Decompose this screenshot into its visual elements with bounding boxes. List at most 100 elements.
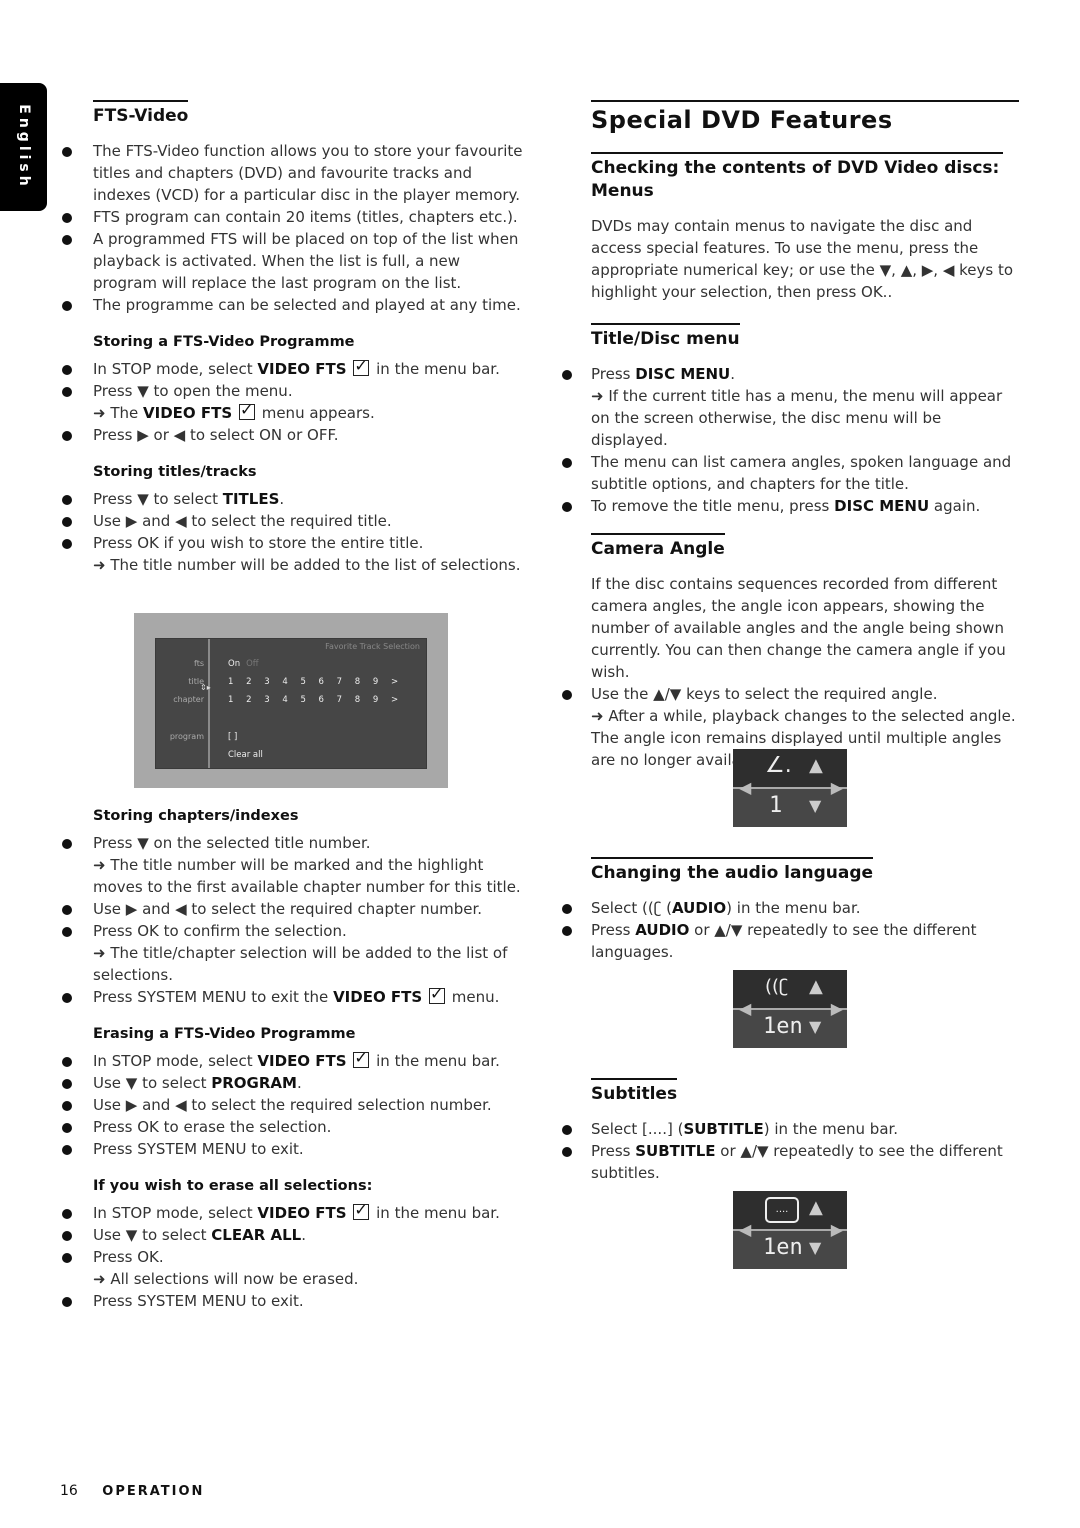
subtitles-list: Select [....] (SUBTITLE) in the menu bar… xyxy=(562,1118,1021,1184)
erasing-programme-heading: Erasing a FTS-Video Programme xyxy=(93,1026,356,1042)
list-item: To remove the title menu, press DISC MEN… xyxy=(562,495,1021,517)
list-item: ➜ If the current title has a menu, the m… xyxy=(591,387,1003,449)
checkbox-icon xyxy=(353,355,370,377)
list-item: ➜ The title number will be added to the … xyxy=(93,556,521,574)
left-column-lower: Storing chapters/indexes Press ▼ on the … xyxy=(56,808,526,1312)
fts-video-heading: FTS-Video xyxy=(93,100,189,128)
right-arrow-icon: ▶ xyxy=(830,778,843,797)
list-item: Press SYSTEM MENU to exit the VIDEO FTS … xyxy=(56,983,526,1008)
fts-menu-screenshot: Favorite Track Selection fts title ⇕▸ ch… xyxy=(134,613,448,788)
list-item: Use ▼ to select PROGRAM. xyxy=(56,1072,526,1094)
subtitle-icon: .... xyxy=(765,1197,799,1223)
list-item: Press ▶ or ◀ to select ON or OFF. xyxy=(56,424,526,446)
checkbox-icon xyxy=(353,1199,370,1221)
list-item: Use ▶ and ◀ to select the required selec… xyxy=(56,1094,526,1116)
left-arrow-icon: ◀ xyxy=(739,1220,752,1239)
checkbox-icon xyxy=(429,983,445,1005)
title-disc-heading: Title/Disc menu xyxy=(591,323,740,351)
list-item: Press AUDIO or ▲/▼ repeatedly to see the… xyxy=(562,919,1021,963)
audio-list: Select ((ʗ (AUDIO) in the menu bar. Press… xyxy=(562,897,1021,963)
page-footer: 16 OPERATION xyxy=(60,1483,204,1499)
list-item: In STOP mode, select VIDEO FTS in the me… xyxy=(56,1047,526,1072)
list-item: ➜ The VIDEO FTS menu appears. xyxy=(56,399,526,424)
list-item: Press OK to confirm the selection. xyxy=(56,920,526,942)
osd-title-numbers: 1 2 3 4 5 6 7 8 9 > xyxy=(228,677,404,687)
subtitles-section: Subtitles Select [....] (SUBTITLE) in th… xyxy=(562,1078,1021,1184)
erase-all-list: In STOP mode, select VIDEO FTS in the me… xyxy=(56,1199,526,1312)
erasing-programme-list: In STOP mode, select VIDEO FTS in the me… xyxy=(56,1047,526,1160)
list-item: Press ▼ on the selected title number. xyxy=(56,832,526,854)
list-item: In STOP mode, select VIDEO FTS in the me… xyxy=(56,1199,526,1224)
list-item: Press ▼ to select TITLES. xyxy=(56,488,526,510)
list-item: Use ▶ and ◀ to select the required title… xyxy=(56,510,526,532)
list-item: Press SYSTEM MENU to exit. xyxy=(56,1290,526,1312)
audio-section: Changing the audio language Select ((ʗ (… xyxy=(562,857,1021,963)
right-arrow-icon: ▶ xyxy=(830,1220,843,1239)
storing-chapters-heading: Storing chapters/indexes xyxy=(93,808,299,824)
storing-titles-heading: Storing titles/tracks xyxy=(93,464,257,480)
right-arrow-icon: ▶ xyxy=(830,999,843,1018)
osd-chapter-numbers: 1 2 3 4 5 6 7 8 9 > xyxy=(228,695,404,705)
down-arrow-icon: ▼ xyxy=(809,1238,822,1257)
osd-program-value: [ ] xyxy=(228,732,238,742)
subtitle-value: 1en xyxy=(763,1235,803,1260)
osd-fts-value: On Off xyxy=(228,659,259,669)
list-item: Select ((ʗ (AUDIO) in the menu bar. xyxy=(562,897,1021,919)
page-title: Special DVD Features xyxy=(591,100,1019,134)
list-item: The menu can list camera angles, spoken … xyxy=(562,451,1021,495)
camera-angle-heading: Camera Angle xyxy=(591,533,725,561)
right-column: Special DVD Features Checking the conten… xyxy=(562,100,1021,771)
menus-heading: Checking the contents of DVD Video discs… xyxy=(591,152,1003,203)
list-item: The programme can be selected and played… xyxy=(56,294,526,316)
left-column: FTS-Video The FTS-Video function allows … xyxy=(56,100,526,576)
audio-osd: ◀ ▶ ▲ ▼ ((ʗ 1en xyxy=(733,970,847,1048)
left-arrow-icon: ◀ xyxy=(739,778,752,797)
list-item: Use ▼ to select CLEAR ALL. xyxy=(56,1224,526,1246)
checkbox-icon xyxy=(238,399,255,421)
list-item: A programmed FTS will be placed on top o… xyxy=(56,228,526,294)
list-item: ➜ The title number will be marked and th… xyxy=(93,856,521,896)
list-item: Press OK to erase the selection. xyxy=(56,1116,526,1138)
osd-updown-icon: ⇕▸ xyxy=(200,683,211,692)
list-item: Press SUBTITLE or ▲/▼ repeatedly to see … xyxy=(562,1140,1021,1184)
camera-angle-icon: ∠. xyxy=(765,753,792,778)
camera-angle-text: If the disc contains sequences recorded … xyxy=(591,575,1006,681)
angle-osd: ◀ ▶ ▲ ▼ ∠. 1 xyxy=(733,749,847,827)
up-arrow-icon: ▲ xyxy=(809,1197,823,1218)
audio-value: 1en xyxy=(763,1014,803,1039)
fts-intro-list: The FTS-Video function allows you to sto… xyxy=(56,140,526,316)
subtitles-heading: Subtitles xyxy=(591,1078,678,1106)
list-item: In STOP mode, select VIDEO FTS in the me… xyxy=(56,355,526,380)
language-tab: English xyxy=(0,83,47,211)
list-item: Press SYSTEM MENU to exit. xyxy=(56,1138,526,1160)
storing-titles-list: Press ▼ to select TITLES. Use ▶ and ◀ to … xyxy=(56,488,526,576)
osd-title: Favorite Track Selection xyxy=(325,642,420,651)
up-arrow-icon: ▲ xyxy=(809,755,823,776)
menus-text: DVDs may contain menus to navigate the d… xyxy=(591,217,1014,301)
audio-speaker-icon: ((ʗ xyxy=(765,976,789,997)
down-arrow-icon: ▼ xyxy=(809,1017,822,1036)
list-item: Press DISC MENU. xyxy=(562,363,1021,385)
osd-label-chapter: chapter xyxy=(173,695,204,704)
angle-value: 1 xyxy=(769,793,783,818)
storing-chapters-list: Press ▼ on the selected title number. ➜ T… xyxy=(56,832,526,1008)
list-item: The FTS-Video function allows you to sto… xyxy=(56,140,526,206)
up-arrow-icon: ▲ xyxy=(809,976,823,997)
list-item: Select [....] (SUBTITLE) in the menu bar… xyxy=(562,1118,1021,1140)
left-arrow-icon: ◀ xyxy=(739,999,752,1018)
title-disc-list: Press DISC MENU. ➜ If the current title h… xyxy=(562,363,1021,517)
list-item: Press ▼ to open the menu. xyxy=(56,380,526,402)
list-item: FTS program can contain 20 items (titles… xyxy=(56,206,526,228)
osd-divider xyxy=(208,639,210,768)
down-arrow-icon: ▼ xyxy=(809,796,822,815)
list-item: Use the ▲/▼ keys to select the required … xyxy=(562,683,1021,705)
osd-label-fts: fts xyxy=(194,659,204,668)
list-item: Press OK. xyxy=(56,1246,526,1268)
audio-heading: Changing the audio language xyxy=(591,857,874,885)
osd-clear-all: Clear all xyxy=(228,750,263,760)
section-name: OPERATION xyxy=(102,1484,205,1499)
storing-programme-heading: Storing a FTS-Video Programme xyxy=(93,334,355,350)
list-item: ➜ The title/chapter selection will be ad… xyxy=(93,944,508,984)
list-item: Use ▶ and ◀ to select the required chapt… xyxy=(56,898,526,920)
osd-label-program: program xyxy=(169,732,204,741)
